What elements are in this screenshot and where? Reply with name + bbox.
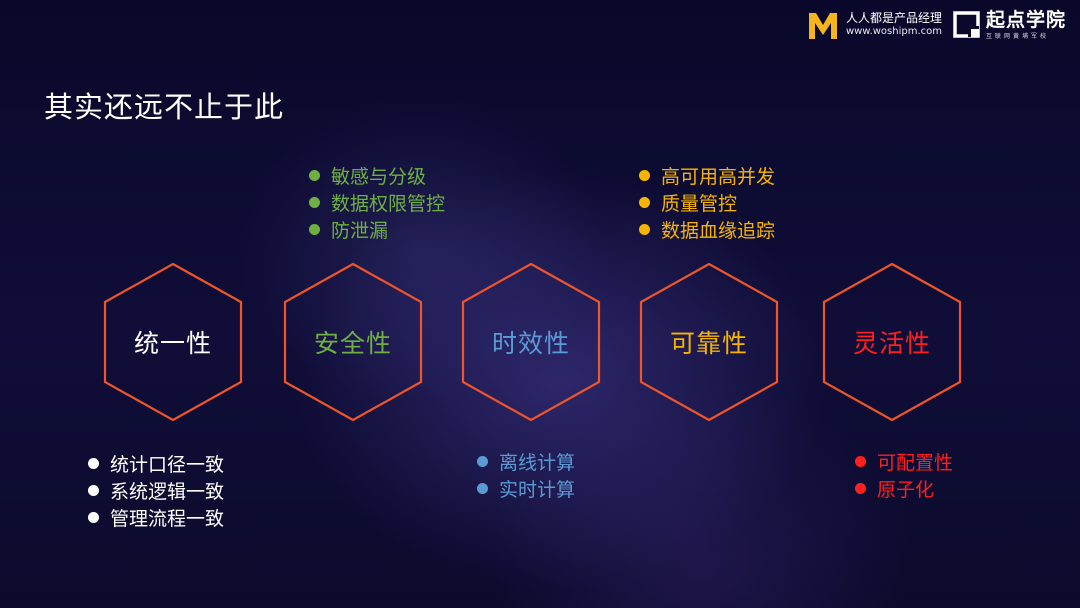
- bullet-dot-icon: [309, 197, 320, 208]
- qidian-brand: 起点学院 互联网黄埔军校: [952, 10, 1066, 40]
- list-item: 防泄漏: [309, 216, 445, 243]
- list-item: 质量管控: [639, 189, 775, 216]
- pillar-label-reliability: 可靠性: [669, 329, 748, 358]
- list-item-text: 离线计算: [499, 452, 576, 474]
- bullet-dot-icon: [88, 512, 99, 523]
- qidian-q-logo-icon: [953, 11, 980, 38]
- list-item-text: 数据血缘追踪: [661, 220, 776, 242]
- bullet-dot-icon: [309, 224, 320, 235]
- list-item-text: 管理流程一致: [110, 508, 225, 530]
- flexibility-bullet-list: 可配置性 原子化: [855, 448, 953, 502]
- list-item-text: 防泄漏: [331, 220, 389, 242]
- list-item-text: 数据权限管控: [331, 193, 446, 215]
- list-item: 敏感与分级: [309, 162, 445, 189]
- woshipm-url: www.woshipm.com: [845, 26, 942, 38]
- reliability-bullet-list: 高可用高并发 质量管控 数据血缘追踪: [639, 162, 775, 243]
- hexagon-reliability: 可靠性: [639, 262, 779, 422]
- list-item-text: 敏感与分级: [331, 166, 427, 188]
- list-item-text: 统计口径一致: [110, 454, 225, 476]
- woshipm-name: 人人都是产品经理: [845, 11, 942, 26]
- hexagon-security: 安全性: [283, 262, 423, 422]
- list-item-text: 系统逻辑一致: [110, 481, 225, 503]
- bullet-dot-icon: [88, 485, 99, 496]
- list-item: 离线计算: [477, 448, 575, 475]
- list-item-text: 高可用高并发: [661, 166, 776, 188]
- slide-title: 其实还远不止于此: [44, 90, 285, 124]
- list-item: 数据血缘追踪: [639, 216, 775, 243]
- qidian-tagline: 互联网黄埔军校: [985, 32, 1049, 40]
- list-item: 管理流程一致: [88, 504, 224, 531]
- hexagon-unity: 统一性: [103, 262, 243, 422]
- woshipm-m-logo-icon: [808, 13, 837, 39]
- list-item: 实时计算: [477, 475, 575, 502]
- hexagon-flexibility: 灵活性: [822, 262, 962, 422]
- list-item: 数据权限管控: [309, 189, 445, 216]
- pillar-label-flexibility: 灵活性: [852, 329, 931, 358]
- list-item: 可配置性: [855, 448, 953, 475]
- list-item-text: 实时计算: [499, 479, 576, 501]
- list-item-text: 原子化: [877, 479, 935, 501]
- pillar-label-unity: 统一性: [133, 329, 212, 358]
- list-item-text: 质量管控: [661, 193, 738, 215]
- list-item-text: 可配置性: [877, 452, 954, 474]
- hexagon-timeliness: 时效性: [461, 262, 601, 422]
- header-logos: 人人都是产品经理 www.woshipm.com 起点学院 互联网黄埔军校: [806, 8, 1066, 42]
- list-item: 系统逻辑一致: [88, 477, 224, 504]
- pillar-label-security: 安全性: [313, 329, 392, 358]
- list-item: 高可用高并发: [639, 162, 775, 189]
- timeliness-bullet-list: 离线计算 实时计算: [477, 448, 575, 502]
- bullet-dot-icon: [639, 170, 650, 181]
- pillar-label-timeliness: 时效性: [491, 329, 570, 358]
- unity-bullet-list: 统计口径一致 系统逻辑一致 管理流程一致: [88, 450, 224, 531]
- security-bullet-list: 敏感与分级 数据权限管控 防泄漏: [309, 162, 445, 243]
- bullet-dot-icon: [855, 483, 866, 494]
- qidian-name: 起点学院: [985, 9, 1066, 32]
- bullet-dot-icon: [477, 483, 488, 494]
- bullet-dot-icon: [855, 456, 866, 467]
- bullet-dot-icon: [639, 224, 650, 235]
- bullet-dot-icon: [88, 458, 99, 469]
- bullet-dot-icon: [639, 197, 650, 208]
- bullet-dot-icon: [309, 170, 320, 181]
- bullet-dot-icon: [477, 456, 488, 467]
- list-item: 统计口径一致: [88, 450, 224, 477]
- woshipm-brand: 人人都是产品经理 www.woshipm.com: [806, 8, 942, 42]
- list-item: 原子化: [855, 475, 953, 502]
